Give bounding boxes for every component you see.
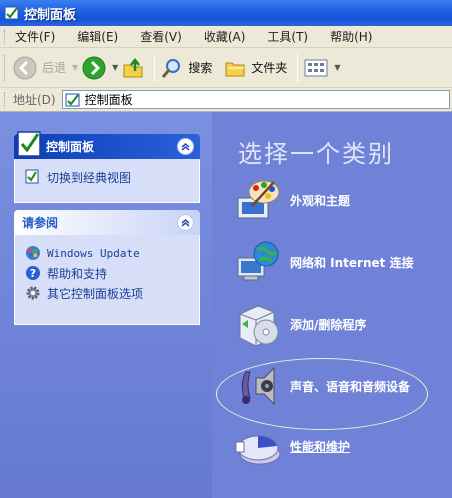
- menu-grip: [4, 29, 7, 44]
- views-icon: [304, 59, 328, 76]
- folders-icon: [225, 62, 245, 76]
- menu-file[interactable]: 文件(F): [15, 28, 55, 45]
- category-heading: 选择一个类别: [238, 140, 394, 168]
- views-button[interactable]: [304, 52, 328, 84]
- address-value: 控制面板: [84, 93, 133, 107]
- window-title: 控制面板: [24, 7, 77, 23]
- toolbar-separator: [154, 53, 156, 82]
- category-appearance[interactable]: 外观和主题: [234, 176, 350, 224]
- menu-edit[interactable]: 编辑(E): [77, 28, 118, 45]
- menu-tools[interactable]: 工具(T): [267, 28, 308, 45]
- collapse-chevron-icon[interactable]: [177, 138, 194, 155]
- add-remove-icon: [239, 305, 279, 347]
- help-icon: ?: [26, 266, 40, 280]
- address-bar: 地址(D) 控制面板: [0, 88, 452, 112]
- forward-dropdown-icon[interactable]: ▼: [112, 63, 118, 72]
- search-button[interactable]: 搜索: [161, 52, 212, 84]
- up-folder-icon: [123, 57, 143, 77]
- performance-icon: [235, 435, 281, 465]
- windows-update-link[interactable]: Windows Update: [25, 243, 189, 263]
- category-sound[interactable]: 声音、语音和音频设备: [234, 362, 410, 410]
- network-icon: [237, 241, 279, 281]
- toolbar-separator: [297, 53, 299, 82]
- back-arrow-icon: [13, 56, 37, 79]
- back-label: 后退: [42, 61, 67, 75]
- control-panel-panel: 控制面板 切换到经典视图: [14, 131, 200, 203]
- up-folder-button[interactable]: [122, 52, 144, 84]
- sound-icon: [241, 366, 275, 406]
- see-also-panel-header[interactable]: 请参阅: [14, 210, 200, 235]
- category-network[interactable]: 网络和 Internet 连接: [234, 238, 414, 286]
- control-panel-icon: [4, 6, 19, 20]
- search-label: 搜索: [188, 61, 213, 75]
- control-panel-panel-body: 切换到经典视图: [14, 159, 200, 203]
- switch-view-icon: [25, 169, 39, 184]
- address-label: 地址(D): [13, 93, 56, 107]
- category-add-remove-label: 添加/删除程序: [290, 317, 367, 332]
- switch-classic-view-link[interactable]: 切换到经典视图: [25, 167, 189, 187]
- see-also-panel-body: Windows Update ? 帮助和支持 其它控制面板选项: [14, 235, 200, 325]
- svg-text:?: ?: [30, 267, 36, 280]
- toolbar-grip: [4, 54, 7, 81]
- category-appearance-label: 外观和主题: [290, 193, 351, 208]
- address-grip: [4, 91, 7, 108]
- back-dropdown-icon[interactable]: ▼: [72, 63, 78, 72]
- switch-classic-view-label: 切换到经典视图: [47, 170, 132, 185]
- menu-favorites[interactable]: 收藏(A): [204, 28, 246, 45]
- menu-view[interactable]: 查看(V): [140, 28, 182, 45]
- windows-update-label: Windows Update: [47, 246, 140, 260]
- views-dropdown-icon[interactable]: ▼: [334, 63, 340, 72]
- control-panel-panel-header[interactable]: 控制面板: [14, 131, 200, 159]
- collapse-chevron-icon[interactable]: [177, 214, 194, 231]
- search-icon: [162, 58, 181, 78]
- back-button[interactable]: 后退: [13, 52, 66, 84]
- category-performance[interactable]: 性能和维护: [234, 422, 350, 470]
- see-also-title: 请参阅: [22, 216, 59, 230]
- category-sound-label: 声音、语音和音频设备: [290, 379, 411, 394]
- windows-update-icon: [26, 246, 40, 260]
- menu-help[interactable]: 帮助(H): [330, 28, 372, 45]
- see-also-panel: 请参阅 Windows Update ? 帮助和支持 其它控制面板选项: [14, 210, 200, 325]
- category-add-remove[interactable]: 添加/删除程序: [234, 300, 366, 348]
- category-network-label: 网络和 Internet 连接: [290, 255, 414, 270]
- gear-icon: [26, 286, 40, 300]
- title-bar: 控制面板: [0, 0, 452, 26]
- other-options-label: 其它控制面板选项: [47, 286, 144, 301]
- help-support-link[interactable]: ? 帮助和支持: [25, 263, 189, 283]
- category-performance-label: 性能和维护: [290, 439, 351, 454]
- folders-button[interactable]: 文件夹: [224, 52, 287, 84]
- help-support-label: 帮助和支持: [47, 266, 108, 281]
- toolbar: 后退 ▼ ▼ 搜索 文件夹 ▼: [0, 48, 452, 88]
- folders-label: 文件夹: [251, 61, 288, 75]
- control-panel-icon: [65, 93, 80, 106]
- control-panel-panel-title: 控制面板: [46, 140, 95, 154]
- forward-button[interactable]: [82, 52, 106, 84]
- forward-arrow-icon: [82, 56, 106, 79]
- task-pane: 控制面板 切换到经典视图 请参阅 Windows Update ? 帮助和支持 …: [0, 112, 212, 498]
- category-pane: 选择一个类别 外观和主题 网络和 Internet 连接 添加/删除程序 声音、…: [212, 112, 452, 498]
- control-panel-large-icon: [17, 131, 41, 157]
- address-input[interactable]: 控制面板: [61, 90, 450, 109]
- menu-bar: 文件(F) 编辑(E) 查看(V) 收藏(A) 工具(T) 帮助(H): [0, 26, 452, 48]
- appearance-icon: [237, 180, 280, 219]
- other-options-link[interactable]: 其它控制面板选项: [25, 283, 189, 303]
